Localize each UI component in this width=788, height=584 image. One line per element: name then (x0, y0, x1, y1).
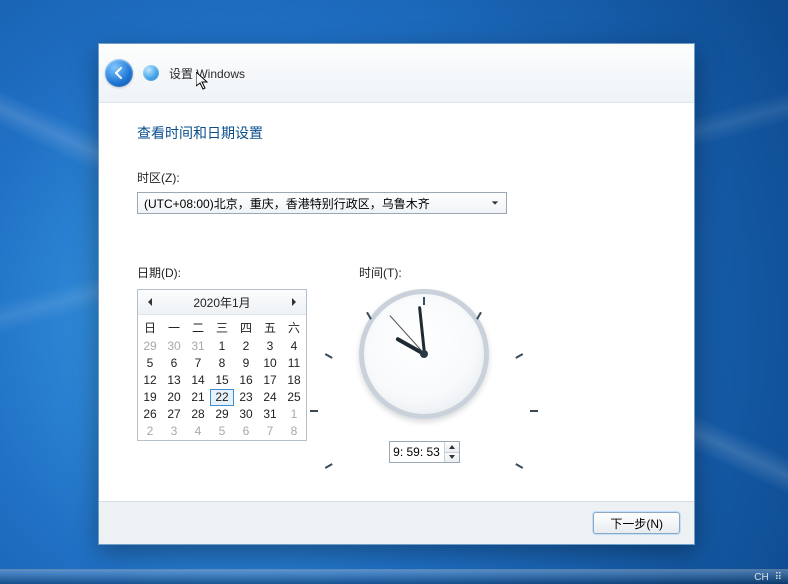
calendar-day-cell[interactable]: 3 (258, 338, 282, 355)
calendar-day-cell[interactable]: 30 (162, 338, 186, 355)
calendar-dayname: 五 (258, 315, 282, 338)
calendar-day-cell[interactable]: 22 (210, 389, 234, 406)
calendar-day-cell[interactable]: 25 (282, 389, 306, 406)
back-arrow-icon (111, 65, 127, 81)
calendar-day-cell[interactable]: 29 (210, 406, 234, 423)
calendar-day-cell[interactable]: 10 (258, 355, 282, 372)
time-spin-down[interactable] (445, 453, 459, 463)
calendar-day-cell[interactable]: 26 (138, 406, 162, 423)
calendar-day-cell[interactable]: 11 (282, 355, 306, 372)
calendar-day-cell[interactable]: 8 (282, 423, 306, 440)
language-indicator[interactable]: CH (754, 572, 768, 583)
calendar-day-cell[interactable]: 6 (162, 355, 186, 372)
calendar-day-cell[interactable]: 14 (186, 372, 210, 389)
calendar-dayname: 四 (234, 315, 258, 338)
wizard-header: 设置 Windows (99, 44, 694, 103)
calendar-month-title: 2020年1月 (193, 294, 250, 311)
time-input[interactable] (390, 442, 444, 462)
calendar-day-cell[interactable]: 7 (186, 355, 210, 372)
calendar-dayname: 一 (162, 315, 186, 338)
calendar-day-cell[interactable]: 21 (186, 389, 210, 406)
calendar-day-cell[interactable]: 7 (258, 423, 282, 440)
calendar-day-cell[interactable]: 18 (282, 372, 306, 389)
globe-icon (143, 65, 159, 81)
calendar-day-cell[interactable]: 23 (234, 389, 258, 406)
clock-center-dot (420, 350, 428, 358)
calendar-day-cell[interactable]: 31 (186, 338, 210, 355)
setup-window: 设置 Windows 查看时间和日期设置 时区(Z): (UTC+08:00)北… (98, 43, 695, 545)
calendar-day-cell[interactable]: 28 (186, 406, 210, 423)
calendar-prev-button[interactable] (142, 294, 158, 310)
chevron-down-icon (488, 199, 502, 207)
calendar-day-cell[interactable]: 2 (138, 423, 162, 440)
calendar-day-cell[interactable]: 27 (162, 406, 186, 423)
calendar-day-cell[interactable]: 15 (210, 372, 234, 389)
calendar-dayname: 日 (138, 315, 162, 338)
timezone-label: 时区(Z): (137, 169, 656, 186)
timezone-combo[interactable]: (UTC+08:00)北京，重庆，香港特别行政区，乌鲁木齐 (137, 192, 507, 214)
timezone-selected-value: (UTC+08:00)北京，重庆，香港特别行政区，乌鲁木齐 (144, 195, 430, 212)
calendar-day-cell[interactable]: 4 (186, 423, 210, 440)
calendar-day-cell[interactable]: 1 (210, 338, 234, 355)
calendar-day-cell[interactable]: 12 (138, 372, 162, 389)
calendar-dayname: 三 (210, 315, 234, 338)
calendar-dayname: 六 (282, 315, 306, 338)
taskbar: CH ⠿ (0, 569, 788, 584)
analog-clock (359, 289, 489, 419)
calendar-day-cell[interactable]: 17 (258, 372, 282, 389)
next-button[interactable]: 下一步(N) (593, 512, 680, 534)
calendar-day-cell[interactable]: 30 (234, 406, 258, 423)
calendar-day-cell[interactable]: 9 (234, 355, 258, 372)
calendar-day-cell[interactable]: 5 (210, 423, 234, 440)
back-button[interactable] (105, 59, 133, 87)
calendar: 2020年1月 日一二三四五六 293031123456789101112131… (137, 289, 307, 441)
calendar-next-button[interactable] (286, 294, 302, 310)
calendar-day-cell[interactable]: 5 (138, 355, 162, 372)
wizard-footer: 下一步(N) (99, 501, 694, 544)
header-title: 设置 Windows (169, 65, 245, 82)
calendar-day-cell[interactable]: 19 (138, 389, 162, 406)
calendar-day-cell[interactable]: 4 (282, 338, 306, 355)
calendar-day-cell[interactable]: 16 (234, 372, 258, 389)
calendar-dayname: 二 (186, 315, 210, 338)
calendar-day-cell[interactable]: 6 (234, 423, 258, 440)
page-title: 查看时间和日期设置 (137, 123, 656, 143)
calendar-day-cell[interactable]: 3 (162, 423, 186, 440)
tray-separator: ⠿ (775, 572, 782, 583)
calendar-day-cell[interactable]: 8 (210, 355, 234, 372)
time-label: 时间(T): (359, 264, 489, 281)
calendar-day-cell[interactable]: 31 (258, 406, 282, 423)
date-label: 日期(D): (137, 264, 307, 281)
calendar-day-cell[interactable]: 13 (162, 372, 186, 389)
time-spin-up[interactable] (445, 442, 459, 453)
calendar-day-cell[interactable]: 2 (234, 338, 258, 355)
calendar-day-cell[interactable]: 20 (162, 389, 186, 406)
calendar-day-cell[interactable]: 29 (138, 338, 162, 355)
calendar-day-cell[interactable]: 1 (282, 406, 306, 423)
calendar-day-cell[interactable]: 24 (258, 389, 282, 406)
